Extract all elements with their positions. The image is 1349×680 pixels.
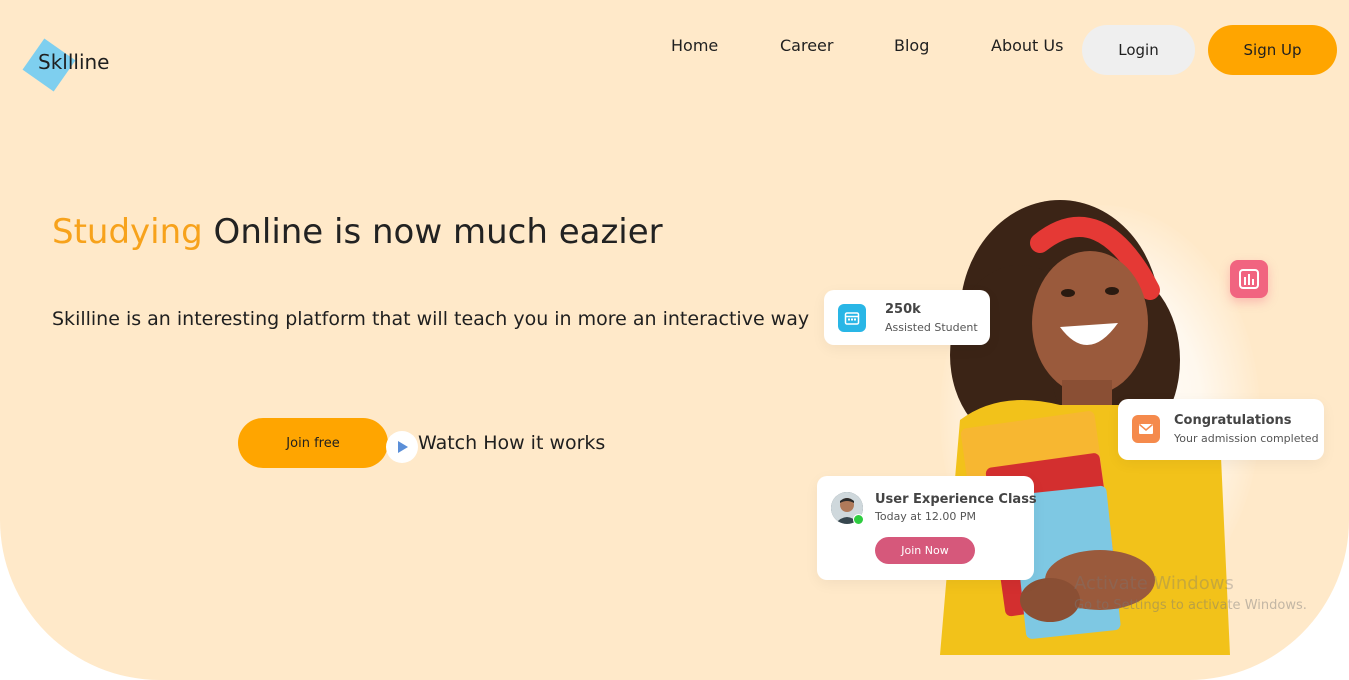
- class-card: User Experience Class Today at 12.00 PM …: [817, 476, 1037, 580]
- signup-button[interactable]: Sign Up: [1208, 25, 1337, 75]
- nav-career[interactable]: Career: [780, 36, 833, 55]
- mail-icon: [1139, 423, 1153, 434]
- nav-blog[interactable]: Blog: [894, 36, 929, 55]
- admission-subtitle: Your admission completed: [1174, 432, 1319, 445]
- admission-title: Congratulations: [1174, 413, 1292, 428]
- login-button[interactable]: Login: [1082, 25, 1195, 75]
- class-time: Today at 12.00 PM: [875, 510, 976, 523]
- activation-watermark-subtitle: Go to Settings to activate Windows.: [1074, 598, 1307, 613]
- bar-chart-icon: [1239, 269, 1259, 289]
- mail-icon-badge: [1132, 415, 1160, 443]
- brand-logo[interactable]: Skllline: [22, 36, 132, 96]
- logo-text: Skllline: [38, 50, 110, 74]
- students-label: Assisted Student: [885, 321, 978, 334]
- nav-about-us[interactable]: About Us: [991, 36, 1063, 55]
- hero-subtitle: Skilline is an interesting platform that…: [52, 308, 810, 330]
- online-status-dot: [853, 514, 864, 525]
- calendar-icon-badge: [838, 304, 866, 332]
- play-button[interactable]: [386, 431, 418, 463]
- class-title: User Experience Class: [875, 492, 1037, 507]
- join-now-button[interactable]: Join Now: [875, 537, 975, 564]
- chart-badge: [1230, 260, 1268, 298]
- calendar-icon: [844, 312, 860, 325]
- nav-home[interactable]: Home: [671, 36, 718, 55]
- play-icon: [398, 441, 408, 453]
- join-free-button[interactable]: Join free: [238, 418, 388, 468]
- headline-accent: Studying: [52, 212, 203, 252]
- watch-how-it-works-link[interactable]: Watch How it works: [418, 432, 605, 454]
- hero-section: Skllline Home Career Blog About Us Login…: [0, 0, 1349, 680]
- hero-headline: Studying Online is now much eazier: [52, 212, 663, 252]
- students-count: 250k: [885, 302, 921, 317]
- activation-watermark-title: Activate Windows: [1074, 573, 1234, 594]
- headline-rest: Online is now much eazier: [202, 212, 663, 252]
- assisted-students-card: 250k Assisted Student: [824, 290, 990, 345]
- admission-card: Congratulations Your admission completed: [1118, 399, 1324, 460]
